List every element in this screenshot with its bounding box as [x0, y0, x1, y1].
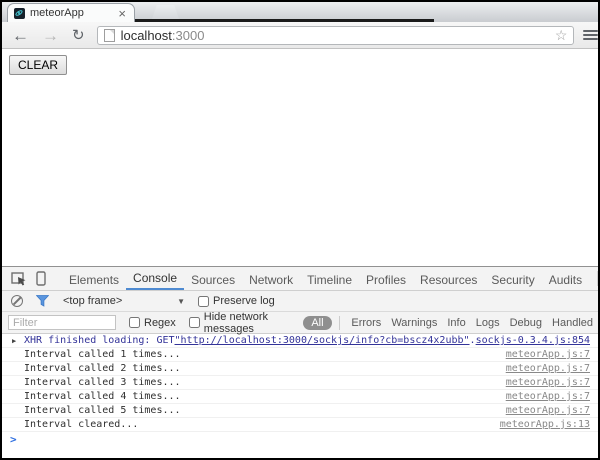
log-text: Interval called 5 times... — [24, 405, 181, 416]
inspect-element-icon[interactable] — [11, 272, 27, 286]
tab-timeline[interactable]: Timeline — [300, 267, 359, 290]
devtools-tab-bar: Elements Console Sources Network Timelin… — [2, 267, 598, 291]
meteor-favicon-icon — [14, 8, 25, 19]
expand-arrow-icon[interactable]: ▶ — [12, 337, 16, 345]
frame-context-select[interactable]: <top frame> ▼ — [63, 295, 185, 307]
devtools-panel: Elements Console Sources Network Timelin… — [2, 266, 598, 458]
divider — [339, 316, 340, 330]
log-text: Interval called 1 times... — [24, 349, 181, 360]
console-row: Interval cleared... meteorApp.js:13 — [2, 418, 598, 432]
reload-button[interactable]: ↻ — [72, 27, 85, 44]
preserve-log-checkbox[interactable] — [198, 296, 209, 307]
log-text: Interval called 3 times... — [24, 377, 181, 388]
hide-network-label: Hide network messages — [204, 311, 296, 335]
tab-resources[interactable]: Resources — [413, 267, 484, 290]
console-log: ▶ XHR finished loading: GET "http://loca… — [2, 334, 598, 447]
browser-tab[interactable]: meteorApp × — [7, 3, 135, 22]
source-link[interactable]: meteorApp.js:13 — [500, 419, 590, 430]
console-prompt[interactable]: > — [2, 432, 598, 447]
filter-funnel-icon[interactable] — [36, 295, 49, 307]
console-context-bar: <top frame> ▼ Preserve log — [2, 291, 598, 312]
tab-close-icon[interactable]: × — [116, 7, 128, 20]
level-logs[interactable]: Logs — [476, 317, 500, 329]
log-text: Interval called 2 times... — [24, 363, 181, 374]
preserve-log-label: Preserve log — [213, 295, 275, 307]
tab-security[interactable]: Security — [484, 267, 541, 290]
console-row: Interval called 4 times... meteorApp.js:… — [2, 390, 598, 404]
frame-context-label: <top frame> — [63, 295, 122, 307]
clear-button[interactable]: CLEAR — [9, 55, 67, 75]
bookmark-star-icon[interactable]: ☆ — [555, 27, 568, 44]
source-link[interactable]: meteorApp.js:7 — [506, 349, 590, 360]
level-debug[interactable]: Debug — [510, 317, 542, 329]
chrome-menu-icon[interactable] — [583, 30, 598, 40]
source-link[interactable]: meteorApp.js:7 — [506, 377, 590, 388]
tab-title: meteorApp — [30, 7, 116, 19]
regex-checkbox[interactable] — [129, 317, 140, 328]
url-host: localhost — [121, 28, 172, 43]
level-errors[interactable]: Errors — [351, 317, 381, 329]
hide-network-checkbox[interactable] — [189, 317, 200, 328]
chevron-down-icon: ▼ — [177, 297, 185, 306]
browser-toolbar: ← → ↻ localhost :3000 ☆ — [2, 22, 598, 49]
console-row: Interval called 2 times... meteorApp.js:… — [2, 362, 598, 376]
tab-audits[interactable]: Audits — [542, 267, 589, 290]
filter-input[interactable] — [8, 315, 116, 330]
prompt-chevron-icon: > — [10, 433, 17, 446]
divider — [597, 271, 598, 286]
console-row: Interval called 1 times... meteorApp.js:… — [2, 348, 598, 362]
level-info[interactable]: Info — [447, 317, 465, 329]
level-handled[interactable]: Handled — [552, 317, 593, 329]
address-bar[interactable]: localhost :3000 ☆ — [97, 26, 575, 45]
source-link[interactable]: meteorApp.js:7 — [506, 391, 590, 402]
regex-label: Regex — [144, 317, 176, 329]
browser-window: meteorApp × ← → ↻ localhost :3000 ☆ CLEA… — [0, 0, 600, 460]
clear-console-icon[interactable] — [11, 295, 23, 307]
device-toolbar-icon[interactable] — [36, 271, 46, 286]
source-link[interactable]: meteorApp.js:7 — [506, 363, 590, 374]
log-text: Interval called 4 times... — [24, 391, 181, 402]
level-all-pill[interactable]: All — [303, 316, 331, 330]
source-link[interactable]: meteorApp.js:7 — [506, 405, 590, 416]
console-row: Interval called 3 times... meteorApp.js:… — [2, 376, 598, 390]
url-port: :3000 — [172, 28, 205, 43]
console-row-xhr: ▶ XHR finished loading: GET "http://loca… — [2, 334, 598, 348]
tab-elements[interactable]: Elements — [62, 267, 126, 290]
page-content: CLEAR — [2, 49, 598, 266]
forward-button[interactable]: → — [42, 27, 59, 44]
tab-console[interactable]: Console — [126, 267, 184, 290]
tab-profiles[interactable]: Profiles — [359, 267, 413, 290]
log-text: Interval cleared... — [24, 419, 138, 430]
xhr-url-link[interactable]: "http://localhost:3000/sockjs/info?cb=bs… — [175, 335, 470, 346]
tab-network[interactable]: Network — [242, 267, 300, 290]
back-button[interactable]: ← — [12, 27, 29, 44]
level-warnings[interactable]: Warnings — [391, 317, 437, 329]
source-link[interactable]: sockjs-0.3.4.js:854 — [476, 335, 590, 346]
xhr-message-prefix: XHR finished loading: GET — [24, 335, 175, 346]
console-row: Interval called 5 times... meteorApp.js:… — [2, 404, 598, 418]
page-document-icon — [104, 29, 115, 42]
console-filter-bar: Regex Hide network messages All Errors W… — [2, 312, 598, 334]
tab-sources[interactable]: Sources — [184, 267, 242, 290]
